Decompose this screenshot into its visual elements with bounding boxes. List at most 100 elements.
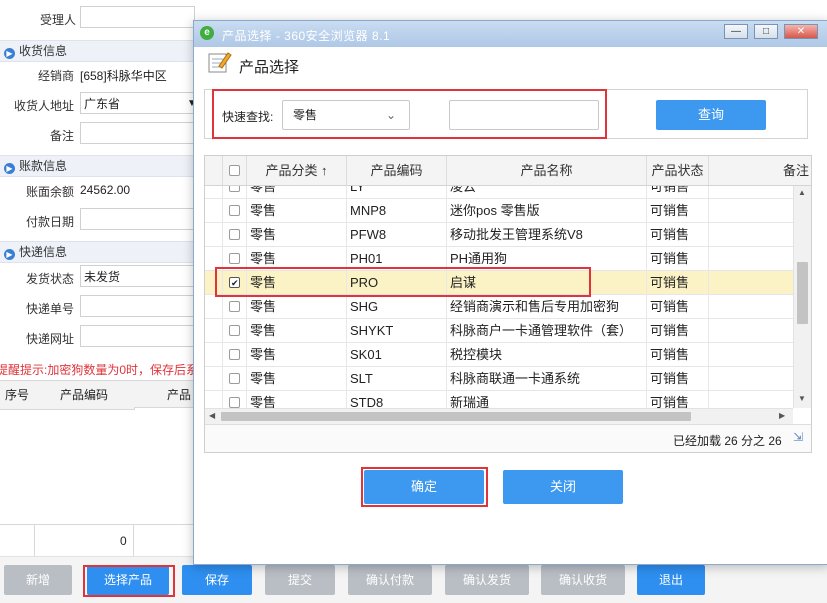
pay-date-label: 付款日期 <box>25 215 74 229</box>
cell-status: 可销售 <box>647 186 709 199</box>
cell-category: 零售 <box>247 223 347 247</box>
table-row[interactable]: 零售 PFW8 移动批发王管理系统V8 可销售 <box>205 223 793 247</box>
cell-name: 移动批发王管理系统V8 <box>447 223 647 247</box>
tracking-field[interactable] <box>80 295 195 317</box>
new-button[interactable]: 新增 <box>4 565 72 595</box>
row-checkbox-cell[interactable] <box>223 343 247 367</box>
horizontal-scroll-thumb[interactable] <box>221 412 691 421</box>
confirm-receipt-button[interactable]: 确认收货 <box>541 565 625 595</box>
section-arrow-icon: ▶ <box>4 48 15 59</box>
scroll-right-icon[interactable]: ▶ <box>779 411 785 420</box>
cell-status: 可销售 <box>647 343 709 367</box>
confirm-payment-button[interactable]: 确认付款 <box>348 565 432 595</box>
row-checkbox[interactable] <box>229 397 240 408</box>
cell-remark <box>709 367 793 391</box>
cell-category: 零售 <box>247 186 347 199</box>
highlight-confirm-button <box>361 467 488 507</box>
row-number-cell <box>205 295 223 319</box>
select-all-checkbox[interactable] <box>229 165 240 176</box>
scroll-left-icon[interactable]: ◀ <box>209 411 215 420</box>
scroll-down-icon[interactable]: ▼ <box>798 394 806 403</box>
section-account-title: 账款信息 <box>19 159 68 173</box>
row-number-cell <box>205 391 223 408</box>
row-checkbox[interactable] <box>229 349 240 360</box>
ship-status-select[interactable]: 未发货 <box>80 265 195 287</box>
exit-button[interactable]: 退出 <box>637 565 705 595</box>
col-remark[interactable]: 备注 <box>709 156 811 186</box>
table-row[interactable]: 零售 SK01 税控模块 可销售 <box>205 343 793 367</box>
row-checkbox-cell[interactable] <box>223 199 247 223</box>
row-checkbox[interactable] <box>229 325 240 336</box>
grid-col-code[interactable]: 产品编码 <box>34 380 135 410</box>
row-checkbox-cell[interactable] <box>223 186 247 199</box>
col-name[interactable]: 产品名称 <box>447 156 647 186</box>
row-checkbox-cell[interactable] <box>223 295 247 319</box>
minimize-icon[interactable]: — <box>724 24 748 39</box>
cell-status: 可销售 <box>647 199 709 223</box>
select-all-header[interactable] <box>223 156 247 186</box>
search-button[interactable]: 查询 <box>656 100 766 130</box>
cell-remark <box>709 319 793 343</box>
row-checkbox-cell[interactable] <box>223 319 247 343</box>
scroll-up-icon[interactable]: ▲ <box>798 188 806 197</box>
confirm-shipment-button[interactable]: 确认发货 <box>445 565 529 595</box>
cell-status: 可销售 <box>647 247 709 271</box>
table-row[interactable]: 零售 SHYKT 科脉商户一卡通管理软件（套） 可销售 <box>205 319 793 343</box>
product-table: 产品分类 ↑ 产品编码 产品名称 产品状态 备注 零售 LY 凌云 可销售 零售 MNP8… <box>204 155 812 453</box>
row-checkbox[interactable] <box>229 186 240 192</box>
cell-status: 可销售 <box>647 319 709 343</box>
cell-code: SHG <box>347 295 447 319</box>
address-select[interactable]: 广东省 ▼ <box>80 92 197 114</box>
table-row[interactable]: 零售 MNP8 迷你pos 零售版 可销售 <box>205 199 793 223</box>
row-checkbox-cell[interactable] <box>223 367 247 391</box>
cell-code: MNP8 <box>347 199 447 223</box>
dealer-value: [658]科脉华中区 <box>80 69 167 83</box>
window-title: 产品选择 - 360安全浏览器 8.1 <box>222 29 391 43</box>
submit-button[interactable]: 提交 <box>265 565 335 595</box>
export-icon[interactable]: ⇲ <box>793 430 803 444</box>
browser-logo-icon: e <box>200 26 214 40</box>
table-row[interactable]: 零售 STD8 新瑞通 可销售 <box>205 391 793 408</box>
close-window-icon[interactable]: ✕ <box>784 24 818 39</box>
row-checkbox[interactable] <box>229 301 240 312</box>
row-number-cell <box>205 367 223 391</box>
col-code[interactable]: 产品编码 <box>347 156 447 186</box>
vertical-scroll-thumb[interactable] <box>797 262 808 324</box>
save-button[interactable]: 保存 <box>182 565 252 595</box>
table-row[interactable]: 零售 SLT 科脉商联通一卡通系统 可销售 <box>205 367 793 391</box>
remark-label: 备注 <box>49 129 74 143</box>
cell-remark <box>709 271 793 295</box>
row-checkbox-cell[interactable] <box>223 391 247 408</box>
horizontal-scrollbar[interactable]: ◀ ▶ <box>205 408 793 424</box>
express-url-field[interactable] <box>80 325 195 347</box>
cell-name: 税控模块 <box>447 343 647 367</box>
row-checkbox[interactable] <box>229 229 240 240</box>
section-shipping-title: 收货信息 <box>19 44 68 58</box>
express-url-label: 快递网址 <box>25 332 74 346</box>
section-account: ▶ 账款信息 <box>0 155 200 177</box>
maximize-icon[interactable]: □ <box>754 24 778 39</box>
col-status[interactable]: 产品状态 <box>647 156 709 186</box>
row-checkbox[interactable] <box>229 253 240 264</box>
vertical-scrollbar[interactable]: ▲ ▼ <box>793 186 811 408</box>
grid-col-name[interactable]: 产品 <box>134 380 200 408</box>
row-num-header <box>205 156 223 186</box>
col-category[interactable]: 产品分类 ↑ <box>247 156 347 186</box>
row-checkbox-cell[interactable] <box>223 223 247 247</box>
cell-name: 科脉商联通一卡通系统 <box>447 367 647 391</box>
row-checkbox[interactable] <box>229 205 240 216</box>
cell-remark <box>709 295 793 319</box>
row-checkbox[interactable] <box>229 373 240 384</box>
window-titlebar[interactable]: e 产品选择 - 360安全浏览器 8.1 — □ ✕ <box>194 21 827 47</box>
close-button[interactable]: 关闭 <box>503 470 623 504</box>
cell-name: 新瑞通 <box>447 391 647 408</box>
table-row[interactable]: 零售 SHG 经销商演示和售后专用加密狗 可销售 <box>205 295 793 319</box>
grid-col-seq[interactable]: 序号 <box>0 380 35 410</box>
pay-date-field[interactable] <box>80 208 195 230</box>
table-row[interactable]: 零售 LY 凌云 可销售 <box>205 186 793 199</box>
receiver-field[interactable] <box>80 6 195 28</box>
cell-category: 零售 <box>247 319 347 343</box>
cell-code: STD8 <box>347 391 447 408</box>
cell-status: 可销售 <box>647 271 709 295</box>
remark-field[interactable] <box>80 122 195 144</box>
